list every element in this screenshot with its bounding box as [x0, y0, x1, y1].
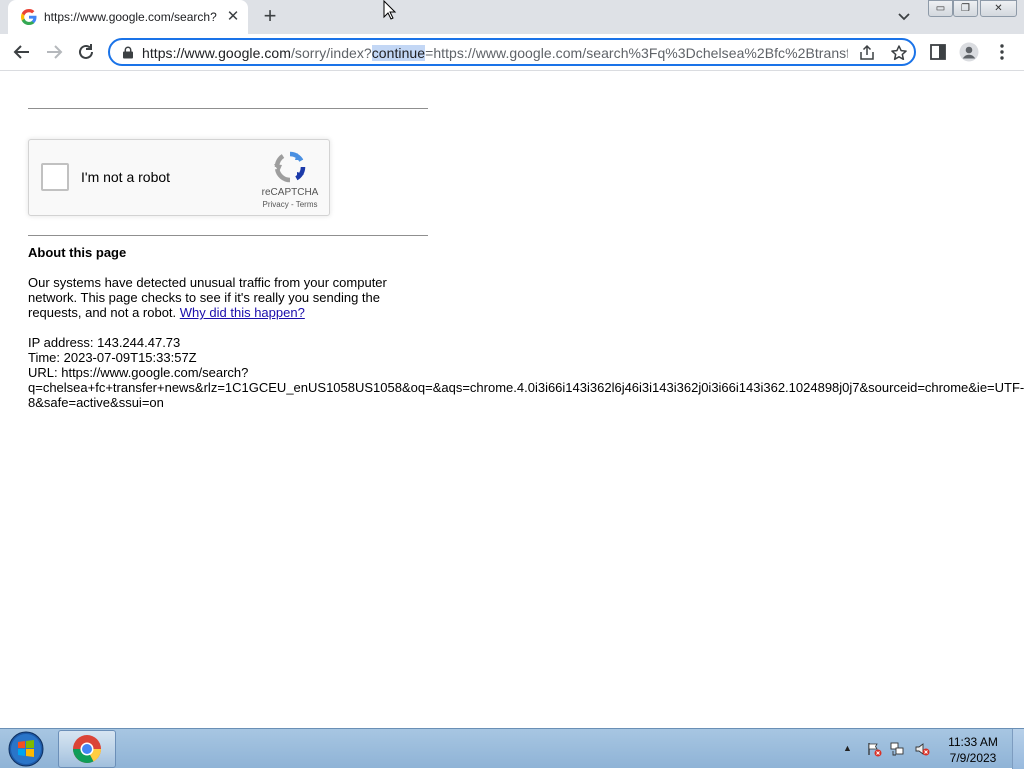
- robot-checkbox[interactable]: [41, 163, 69, 191]
- taskbar: ▲ 11:33 AM 7/9/2023: [0, 728, 1024, 769]
- browser-toolbar: https://www.google.com/sorry/index?conti…: [0, 34, 1024, 71]
- request-url-1: URL: https://www.google.com/search?: [28, 365, 249, 380]
- divider-top: [28, 108, 428, 109]
- recaptcha-widget: I'm not a robot reCAPTCHA Privacy - Term…: [28, 139, 330, 216]
- request-url-2: q=chelsea+fc+transfer+news&rlz=1C1GCEU_e…: [28, 380, 1024, 395]
- close-window-button[interactable]: ✕: [980, 0, 1017, 17]
- minimize-button[interactable]: ▭: [928, 0, 953, 17]
- arrow-left-icon[interactable]: [10, 40, 34, 64]
- recaptcha-logo-icon: [274, 151, 306, 183]
- browser-tab[interactable]: https://www.google.com/search? ✕: [8, 0, 248, 34]
- url-path: /sorry/index?: [290, 45, 372, 61]
- share-icon[interactable]: [858, 44, 876, 62]
- explanation-line-2: network. This page checks to see if it's…: [28, 290, 380, 305]
- new-tab-button[interactable]: +: [259, 5, 281, 27]
- explanation-paragraph: Our systems have detected unusual traffi…: [28, 275, 387, 320]
- tab-title: https://www.google.com/search?: [44, 10, 217, 24]
- about-heading: About this page: [28, 245, 127, 260]
- why-did-this-happen-link[interactable]: Why did this happen?: [180, 305, 305, 320]
- url-host: https://www.google.com: [142, 45, 291, 61]
- star-icon[interactable]: [890, 44, 908, 62]
- system-clock[interactable]: 11:33 AM 7/9/2023: [940, 734, 1006, 766]
- address-bar[interactable]: https://www.google.com/sorry/index?conti…: [108, 38, 916, 66]
- tab-close-icon[interactable]: ✕: [224, 8, 242, 26]
- explanation-line-3-text: requests, and not a robot.: [28, 305, 180, 320]
- url-selection: continue: [371, 45, 426, 61]
- tab-strip: https://www.google.com/search? ✕ + ▭ ❐ ✕: [0, 0, 1024, 34]
- taskbar-chrome-button[interactable]: [58, 730, 116, 768]
- request-url-3: 8&safe=active&ssui=on: [28, 395, 164, 410]
- explanation-line-3: requests, and not a robot. Why did this …: [28, 305, 387, 320]
- url-text[interactable]: https://www.google.com/sorry/index?conti…: [142, 45, 848, 61]
- volume-muted-icon[interactable]: [914, 741, 930, 757]
- robot-checkbox-label: I'm not a robot: [81, 169, 171, 185]
- explanation-line-1: Our systems have detected unusual traffi…: [28, 275, 387, 290]
- clock-date: 7/9/2023: [949, 751, 997, 765]
- reload-icon[interactable]: [74, 40, 98, 64]
- tab-search-chevron-icon[interactable]: [894, 8, 914, 26]
- arrow-right-icon[interactable]: [42, 40, 66, 64]
- windows-start-icon[interactable]: [6, 730, 46, 768]
- recaptcha-privacy-terms[interactable]: Privacy - Terms: [251, 200, 329, 209]
- request-details: IP address: 143.244.47.73 Time: 2023-07-…: [28, 335, 1024, 410]
- show-hidden-icons-icon[interactable]: ▲: [843, 743, 853, 753]
- clock-time: 11:33 AM: [948, 735, 998, 749]
- maximize-button[interactable]: ❐: [953, 0, 978, 17]
- url-rest: =https://www.google.com/search%3Fq%3Dche…: [425, 45, 848, 61]
- show-desktop-button[interactable]: [1012, 729, 1024, 769]
- kebab-menu-icon[interactable]: [992, 42, 1012, 62]
- action-center-flag-icon[interactable]: [866, 741, 882, 757]
- mouse-cursor-icon: [383, 0, 397, 20]
- chrome-icon: [73, 735, 101, 763]
- network-icon[interactable]: [890, 741, 906, 757]
- profile-icon[interactable]: [959, 42, 979, 62]
- ip-address: IP address: 143.244.47.73: [28, 335, 181, 350]
- request-time: Time: 2023-07-09T15:33:57Z: [28, 350, 197, 365]
- side-panel-icon[interactable]: [928, 42, 948, 62]
- google-g-icon: [21, 9, 37, 25]
- divider-bottom: [28, 235, 428, 236]
- lock-icon[interactable]: [122, 46, 134, 59]
- recaptcha-brand: reCAPTCHA: [261, 187, 319, 198]
